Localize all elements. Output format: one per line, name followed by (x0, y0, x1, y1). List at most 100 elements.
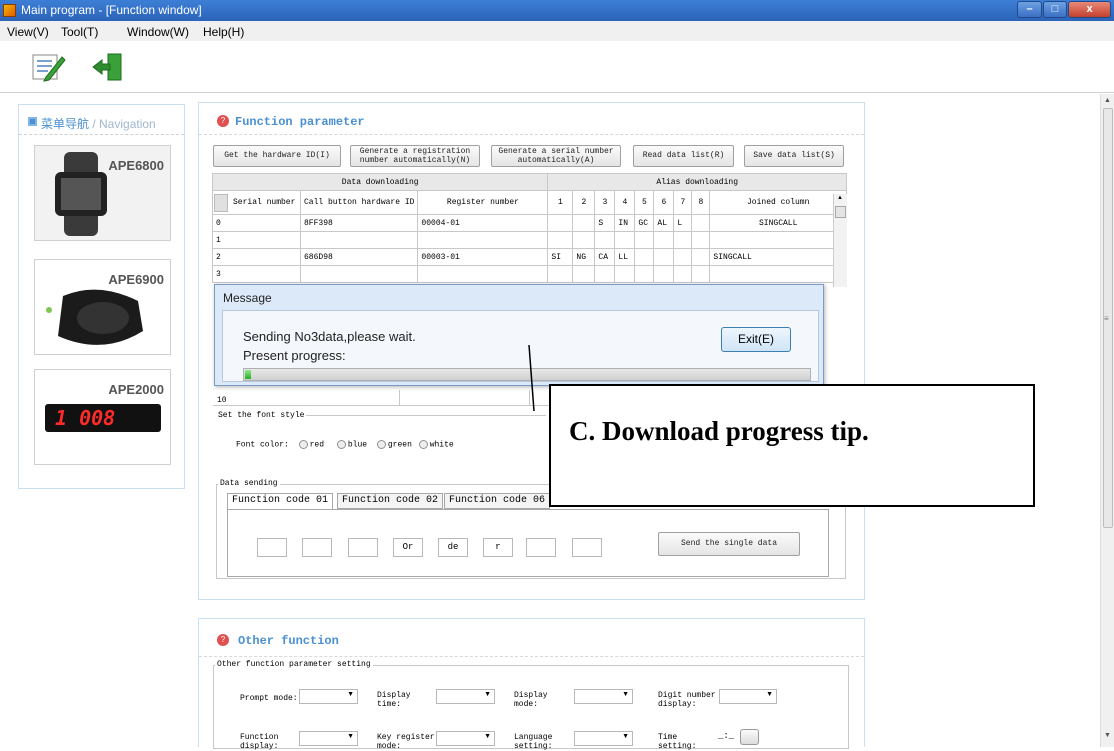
maximize-button[interactable]: □ (1043, 1, 1067, 18)
page-scrollbar[interactable]: ▲ ≡ ▼ (1100, 94, 1114, 747)
read-data-list-button[interactable]: Read data list(R) (633, 145, 734, 167)
table-cell[interactable]: L (673, 214, 693, 232)
table-row[interactable]: 2 686D98 00003-01 SI NG CA LL SINGCALL (212, 248, 847, 266)
table-cell[interactable]: SI (547, 248, 574, 266)
prompt-mode-select[interactable]: ▼ (299, 689, 358, 704)
table-cell[interactable] (572, 231, 596, 249)
language-select[interactable]: ▼ (574, 731, 633, 746)
data-field[interactable] (572, 538, 602, 557)
table-cell[interactable] (614, 265, 636, 283)
table-cell[interactable] (299, 265, 419, 283)
radio-green[interactable] (376, 440, 386, 449)
get-hardware-id-button[interactable]: Get the hardware ID(I) (213, 145, 341, 167)
digit-number-select[interactable]: ▼ (719, 689, 777, 704)
table-cell[interactable] (547, 214, 574, 232)
table-row[interactable]: 0 8FF398 00004-01 S IN GC AL L SINGCALL (212, 214, 847, 232)
nav-item-ape2000[interactable]: APE2000 1 008 (34, 369, 171, 465)
data-field[interactable] (257, 538, 287, 557)
table-cell[interactable] (653, 231, 675, 249)
menu-help[interactable]: Help(H) (203, 25, 244, 39)
table-scrollbar[interactable]: ▲ (833, 194, 847, 287)
table-cell[interactable] (594, 265, 616, 283)
send-single-data-button[interactable]: Send the single data (658, 532, 800, 556)
data-field[interactable] (302, 538, 332, 557)
table-cell[interactable] (653, 265, 675, 283)
radio-red[interactable] (298, 440, 308, 449)
table-cell[interactable]: 2 (212, 248, 301, 266)
table-cell[interactable]: 0 (212, 214, 301, 232)
menu-window[interactable]: Window(W) (127, 25, 189, 39)
table-cell[interactable]: 8FF398 (299, 214, 419, 232)
table-cell[interactable] (691, 248, 711, 266)
table-cell[interactable] (572, 214, 596, 232)
time-value[interactable]: _:_ (718, 731, 734, 741)
generate-registration-button[interactable]: Generate a registration number automatic… (350, 145, 480, 167)
table-cell[interactable]: LL (614, 248, 636, 266)
key-register-select[interactable]: ▼ (436, 731, 495, 746)
table-cell[interactable] (709, 231, 847, 249)
radio-white[interactable] (418, 440, 428, 449)
nav-item-ape6800[interactable]: APE6800 (34, 145, 171, 241)
table-cell[interactable]: NG (572, 248, 596, 266)
table-cell[interactable]: 3 (212, 265, 301, 283)
data-field[interactable]: de (438, 538, 468, 557)
table-row[interactable]: 1 (212, 231, 847, 249)
table-cell[interactable]: 686D98 (299, 248, 419, 266)
data-field[interactable]: r (483, 538, 513, 557)
table-cell[interactable]: GC (634, 214, 655, 232)
scroll-thumb[interactable] (835, 206, 846, 218)
data-field[interactable] (348, 538, 378, 557)
table-cell[interactable]: AL (653, 214, 675, 232)
table-cell[interactable] (673, 248, 693, 266)
exit-button[interactable]: Exit(E) (721, 327, 791, 352)
row-selector-header[interactable] (214, 194, 228, 212)
table-cell[interactable] (634, 265, 655, 283)
table-cell[interactable] (634, 231, 655, 249)
table-cell[interactable] (594, 231, 616, 249)
save-data-list-button[interactable]: Save data list(S) (744, 145, 844, 167)
table-cell[interactable] (673, 265, 693, 283)
table-cell[interactable] (673, 231, 693, 249)
scroll-down-icon[interactable]: ▼ (1104, 732, 1111, 739)
tab-function-code-01[interactable]: Function code 01 (227, 493, 334, 509)
table-cell[interactable]: 00004-01 (417, 214, 549, 232)
table-cell[interactable] (417, 265, 549, 283)
table-cell[interactable] (691, 214, 711, 232)
scroll-up-icon[interactable]: ▲ (837, 195, 843, 201)
data-field[interactable]: Or (393, 538, 423, 557)
tab-function-code-06[interactable]: Function code 06 (444, 493, 551, 509)
table-cell[interactable] (709, 265, 847, 283)
data-field[interactable] (526, 538, 556, 557)
table-cell[interactable] (417, 231, 549, 249)
display-time-select[interactable]: ▼ (436, 689, 495, 704)
table-cell[interactable]: SINGCALL (709, 214, 847, 232)
radio-blue[interactable] (336, 440, 346, 449)
table-cell[interactable] (614, 231, 636, 249)
table-row[interactable]: 3 (212, 265, 847, 283)
table-cell[interactable] (547, 231, 574, 249)
table-cell[interactable] (691, 265, 711, 283)
table-cell[interactable]: S (594, 214, 616, 232)
table-cell[interactable]: IN (614, 214, 636, 232)
tab-function-code-02[interactable]: Function code 02 (337, 493, 444, 509)
scroll-up-icon[interactable]: ▲ (1104, 97, 1111, 104)
edit-icon[interactable] (30, 51, 66, 83)
time-picker-button[interactable] (740, 729, 759, 745)
close-button[interactable]: x (1068, 1, 1111, 18)
table-cell[interactable] (691, 231, 711, 249)
table-cell[interactable] (547, 265, 574, 283)
minimize-button[interactable]: – (1017, 1, 1042, 18)
nav-item-ape6900[interactable]: APE6900 (34, 259, 171, 355)
display-mode-select[interactable]: ▼ (574, 689, 633, 704)
table-cell[interactable]: CA (594, 248, 616, 266)
table-cell[interactable] (634, 248, 655, 266)
table-cell[interactable]: 1 (212, 231, 301, 249)
table-cell[interactable] (572, 265, 596, 283)
table-cell[interactable]: SINGCALL (709, 248, 847, 266)
table-cell[interactable] (299, 231, 419, 249)
function-display-select[interactable]: ▼ (299, 731, 358, 746)
exit-icon[interactable] (90, 51, 126, 83)
menu-view[interactable]: View(V) (7, 25, 49, 39)
table-cell[interactable]: 00003-01 (417, 248, 549, 266)
menu-tool[interactable]: Tool(T) (61, 25, 98, 39)
